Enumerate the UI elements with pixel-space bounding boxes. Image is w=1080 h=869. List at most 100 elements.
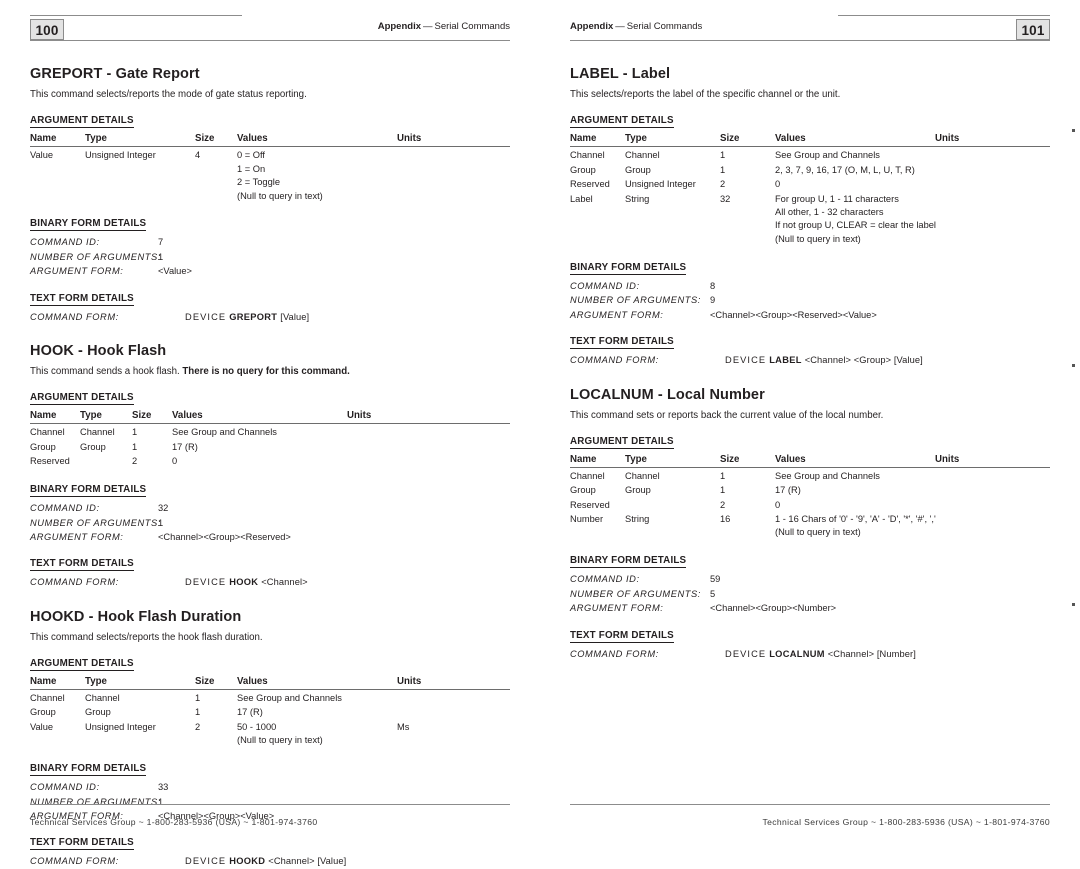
cell-values: 1 - 16 Chars of '0' - '9', 'A' - 'D', '*…: [775, 513, 936, 541]
section-binary-form-details: BINARY FORM DETAILS: [570, 555, 687, 569]
table-row: Reserved 2 0: [30, 455, 510, 469]
section-text-form-details: TEXT FORM DETAILS: [30, 292, 134, 306]
header-rule-bottom: [30, 40, 510, 41]
table-header-row: Name Type Size Values Units: [30, 674, 510, 690]
section-text-form-details: TEXT FORM DETAILS: [30, 558, 134, 572]
command-args: [Value]: [280, 311, 310, 322]
field-command-id: COMMAND ID: 32: [30, 501, 510, 515]
cell-size: 1: [195, 707, 201, 718]
table-row: Value Unsigned Integer 4 0 = Off 1 = On …: [30, 147, 510, 204]
field-label: ARGUMENT FORM:: [30, 531, 124, 542]
cell-size: 1: [720, 470, 726, 481]
col-header-values: Values: [775, 132, 935, 148]
cell-values: 0: [775, 499, 781, 510]
field-value: DEVICE LOCALNUM <Channel> [Number]: [725, 647, 916, 661]
cell-name: Channel: [570, 470, 605, 481]
header-rule-bottom: [570, 40, 1050, 41]
command-title-hook: HOOK - Hook Flash: [30, 343, 167, 360]
field-command-form: COMMAND FORM: DEVICE GREPORT [Value]: [30, 310, 510, 324]
field-label: ARGUMENT FORM:: [570, 603, 664, 614]
argument-table-hookd: Name Type Size Values Units Channel Chan…: [30, 674, 510, 748]
text-form-list-label: COMMAND FORM: DEVICE LABEL <Channel> <Gr…: [570, 353, 1050, 367]
col-header-units: Units: [397, 132, 510, 148]
value-line: For group U, 1 - 11 characters: [775, 193, 899, 204]
table-row: Group Group 1 17 (R): [30, 440, 510, 454]
scan-speck: [1072, 364, 1075, 367]
value-line: (Null to query in text): [775, 233, 861, 244]
field-value: 9: [710, 295, 716, 306]
command-title-greport: GREPORT - Gate Report: [30, 66, 200, 82]
field-label: COMMAND ID:: [30, 782, 100, 793]
table-header-row: Name Type Size Values Units: [30, 132, 510, 148]
cell-size: 1: [132, 427, 138, 438]
scan-speck: [1072, 603, 1075, 606]
value-line: 50 - 1000: [237, 721, 277, 732]
cell-name: Number: [570, 514, 604, 524]
cell-size: 2: [720, 179, 726, 190]
running-head-bold: Appendix: [570, 21, 614, 32]
cell-values: See Group and Channels: [775, 470, 880, 481]
cell-name: Label: [570, 193, 593, 204]
page-footer-left: Technical Services Group ~ 1-800-283-593…: [30, 804, 510, 827]
cell-name: Reserved: [30, 456, 70, 467]
argument-table-localnum: Name Type Size Values Units Channel Chan…: [570, 452, 1050, 541]
running-head-rest: Serial Commands: [626, 21, 703, 32]
cell-name: Group: [570, 164, 596, 175]
col-header-size: Size: [195, 674, 237, 690]
cell-type: [80, 455, 132, 469]
field-command-id: COMMAND ID: 8: [570, 279, 1050, 293]
section-text-form-details: TEXT FORM DETAILS: [570, 336, 674, 350]
field-argument-form: ARGUMENT FORM: <Value>: [30, 264, 510, 278]
field-value: 33: [158, 782, 169, 793]
cell-units: [347, 455, 510, 469]
argument-table-label: Name Type Size Values Units Channel Chan…: [570, 132, 1050, 247]
command-localnum: LOCALNUM - Local Number This command set…: [570, 387, 1050, 662]
binary-form-list-label: COMMAND ID: 8 NUMBER OF ARGUMENTS: 9 ARG…: [570, 279, 1050, 322]
cell-units: [935, 513, 1050, 541]
col-header-type: Type: [625, 132, 720, 148]
field-number-of-arguments: NUMBER OF ARGUMENTS: 9: [570, 293, 1050, 307]
cell-size: 2: [195, 721, 201, 732]
command-greport: GREPORT - Gate Report This command selec…: [30, 66, 510, 324]
table-row: Number String 16 1 - 16 Chars of '0' - '…: [570, 513, 1050, 541]
field-command-form: COMMAND FORM: DEVICE LOCALNUM <Channel> …: [570, 647, 1050, 661]
field-label: COMMAND ID:: [30, 237, 100, 248]
table-row: Channel Channel 1 See Group and Channels: [570, 147, 1050, 163]
field-value: DEVICE GREPORT [Value]: [185, 310, 309, 324]
col-header-values: Values: [237, 132, 397, 148]
col-header-values: Values: [237, 674, 397, 690]
running-head-rest: Serial Commands: [434, 21, 511, 32]
footer-rule: [570, 804, 1050, 805]
col-header-size: Size: [132, 409, 172, 425]
page-spread: 100 Appendix — Serial Commands GREPORT - G…: [0, 0, 1080, 866]
field-argument-form: ARGUMENT FORM: <Channel><Group><Reserved…: [570, 308, 1050, 322]
cell-type: Group: [625, 164, 651, 175]
cell-size: 1: [132, 441, 138, 452]
command-keyword: LABEL: [769, 355, 802, 366]
cell-type: String: [625, 193, 650, 204]
field-label: COMMAND FORM:: [570, 355, 659, 366]
field-label: COMMAND ID:: [30, 503, 100, 514]
cell-size: 1: [720, 485, 726, 496]
col-header-size: Size: [195, 132, 237, 148]
cell-type: Channel: [625, 470, 660, 481]
cell-name: Group: [30, 707, 56, 718]
page-right: 101 Appendix — Serial Commands LABEL - Lab…: [540, 0, 1080, 857]
field-value: 7: [158, 237, 164, 248]
value-line: 1 - 16 Chars of '0' - '9', 'A' - 'D', '*…: [775, 514, 936, 524]
section-binary-form-details: BINARY FORM DETAILS: [570, 261, 687, 275]
cell-values: 17 (R): [237, 707, 263, 718]
col-header-name: Name: [30, 409, 80, 425]
running-head-right: 101 Appendix — Serial Commands: [570, 10, 1050, 46]
field-value: 5: [710, 588, 716, 599]
col-header-values: Values: [775, 452, 935, 468]
field-label: COMMAND ID:: [570, 574, 640, 585]
command-title-hookd: HOOKD - Hook Flash Duration: [30, 608, 242, 625]
right-page-content: LABEL - Label This selects/reports the l…: [570, 66, 1050, 661]
command-args: <Channel> [Value]: [268, 856, 347, 867]
col-header-name: Name: [570, 132, 625, 148]
command-keyword: GREPORT: [229, 311, 278, 322]
device-keyword: DEVICE: [725, 355, 767, 366]
table-row: Value Unsigned Integer 2 50 - 1000 (Null…: [30, 720, 510, 748]
